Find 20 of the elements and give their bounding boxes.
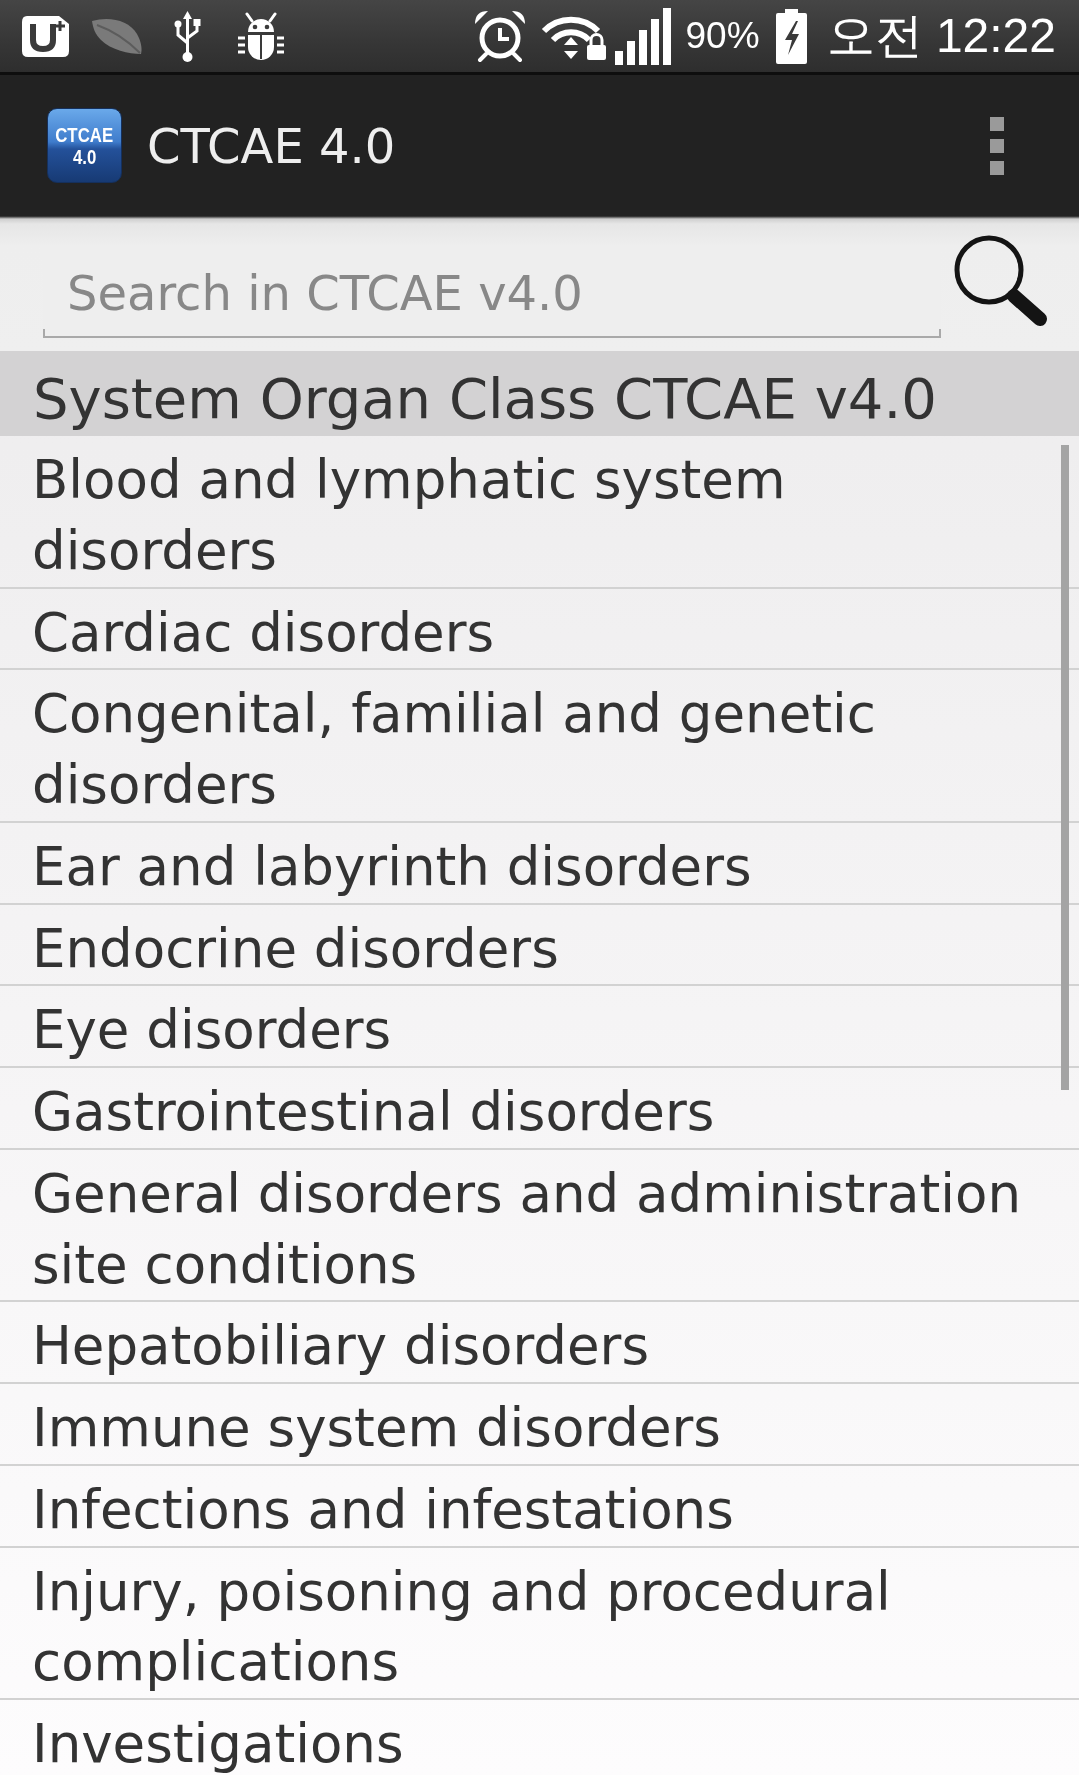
logo-version-text: 4.0 (72, 146, 97, 167)
alarm-clock-icon (473, 9, 528, 63)
signal-icon (615, 7, 672, 65)
search-bar[interactable]: Search in CTCAE v4.0 (0, 216, 1079, 351)
logo-title-text: CTCAE (55, 124, 114, 145)
list-item[interactable]: Injury, poisoning and procedural complications (0, 1547, 1079, 1700)
list-item[interactable]: Infections and infestations (0, 1465, 1079, 1548)
usb-icon (172, 9, 203, 63)
list-item[interactable]: General disorders and administration site conditions (0, 1149, 1079, 1303)
battery-percent: 90% (685, 15, 760, 57)
list-item[interactable]: Immune system disorders (0, 1384, 1079, 1466)
search-icon[interactable] (953, 234, 1050, 329)
list-header: System Organ Class CTCAE v4.0 (0, 351, 1079, 436)
list-item[interactable]: Gastrointestinal disorders (0, 1068, 1079, 1150)
more-menu-icon[interactable] (990, 116, 1004, 175)
battery-charging-icon (775, 8, 807, 64)
clock-time: 오전 12:22 (826, 8, 1056, 64)
list-item[interactable]: Hepatobiliary disorders (0, 1302, 1079, 1384)
list-item[interactable]: Investigations (0, 1700, 1079, 1775)
app-title: CTCAE 4.0 (147, 117, 396, 174)
